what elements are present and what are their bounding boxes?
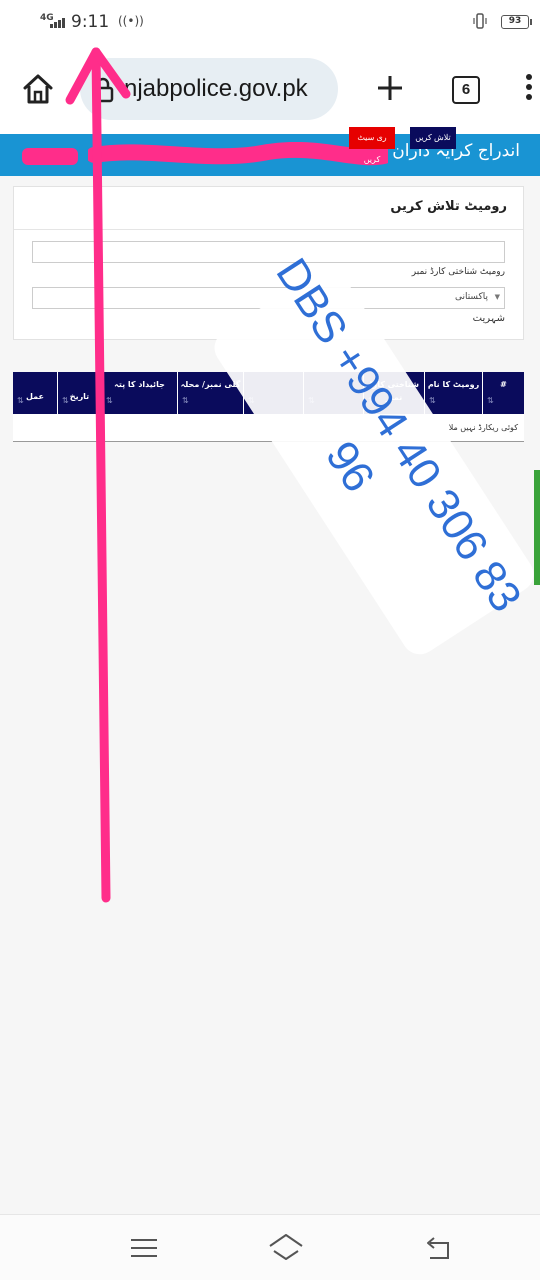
divider bbox=[14, 229, 523, 230]
battery-icon: 93 bbox=[501, 15, 532, 29]
vibrate-icon bbox=[473, 13, 487, 29]
column-header[interactable]: تاریخ ⇅ bbox=[57, 372, 101, 414]
home-icon[interactable] bbox=[20, 71, 56, 107]
url-bar[interactable]: njabpolice.gov.pk bbox=[80, 58, 338, 120]
sort-icon: ⇅ bbox=[429, 396, 436, 405]
cnic-label: روميٹ شناختی کارڈ نمبر bbox=[411, 267, 505, 277]
nationality-label: شہریت bbox=[472, 313, 505, 324]
column-header[interactable]: جائیداد کا پتہ ⇅ bbox=[101, 372, 177, 414]
system-nav-bar bbox=[0, 1214, 540, 1280]
tab-switcher-button[interactable]: 6 bbox=[452, 76, 480, 104]
column-header[interactable]: عمل ⇅ bbox=[13, 372, 57, 414]
column-header[interactable]: روميٹ کا نام ⇅ bbox=[424, 372, 482, 414]
overflow-menu-icon[interactable] bbox=[523, 74, 535, 106]
browser-toolbar: njabpolice.gov.pk 6 bbox=[0, 46, 540, 134]
home-nav-icon[interactable] bbox=[268, 1233, 304, 1261]
sort-icon: ⇅ bbox=[17, 396, 24, 405]
sort-icon: ⇅ bbox=[62, 396, 69, 405]
sort-icon: ⇅ bbox=[182, 396, 189, 405]
back-icon[interactable] bbox=[424, 1235, 454, 1261]
clock: 9:11 bbox=[71, 12, 110, 32]
new-tab-icon[interactable] bbox=[374, 72, 406, 104]
sort-icon: ⇅ bbox=[487, 396, 494, 405]
card-title: روميٹ تلاش کریں bbox=[390, 199, 507, 214]
hotspot-icon: ((•)) bbox=[118, 14, 144, 28]
edge-strip bbox=[534, 470, 540, 585]
recent-apps-icon[interactable] bbox=[130, 1237, 158, 1259]
sort-icon: ⇅ bbox=[106, 396, 113, 405]
signal-icon bbox=[50, 17, 65, 28]
lock-icon[interactable] bbox=[92, 77, 114, 103]
reset-button[interactable]: ری سیٹ کریں bbox=[349, 127, 395, 164]
chevron-down-icon: ▼ bbox=[494, 293, 500, 301]
redaction-mark bbox=[22, 148, 78, 165]
status-bar: 4G 9:11 ((•)) 93 bbox=[0, 0, 540, 46]
column-header[interactable]: # ⇅ bbox=[482, 372, 524, 414]
search-button[interactable]: تلاش کریں bbox=[410, 127, 456, 149]
redaction-scribble bbox=[88, 142, 388, 166]
nationality-value: پاکستانی bbox=[454, 292, 488, 302]
empty-message: کوئی ریکارڈ نہیں ملا bbox=[448, 423, 518, 432]
url-text[interactable]: njabpolice.gov.pk bbox=[124, 75, 308, 103]
